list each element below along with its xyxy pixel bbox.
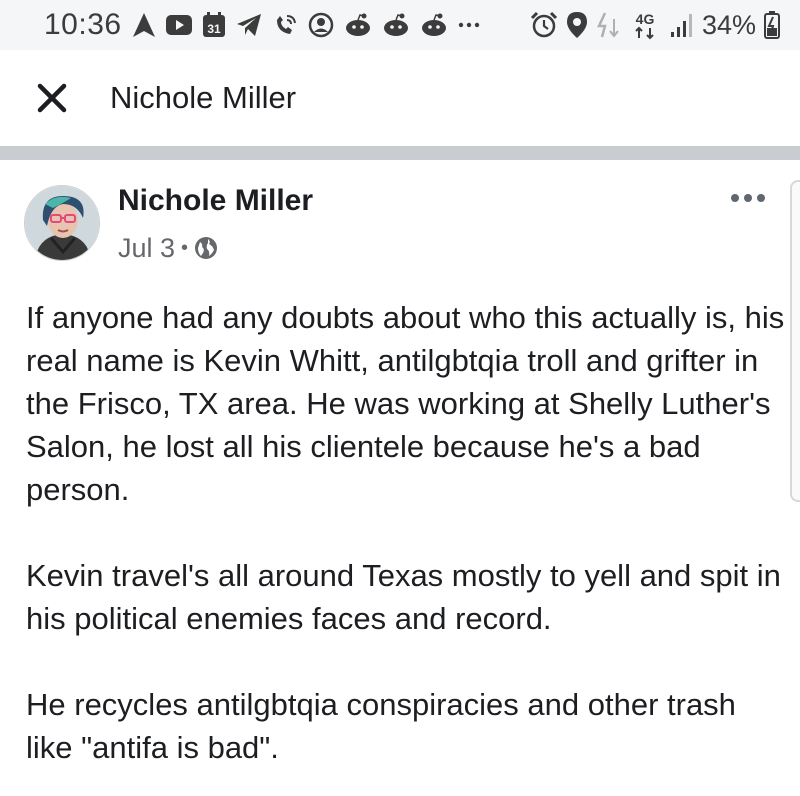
header-divider — [0, 146, 800, 160]
battery-percentage: 34% — [701, 9, 756, 40]
account-icon — [308, 12, 334, 38]
page-header: Nichole Miller — [0, 50, 800, 146]
notification-icons: 31 — [132, 10, 480, 40]
options-dot — [731, 194, 739, 202]
post-meta: Jul 3 • — [118, 230, 218, 266]
network-type-icon: 4G — [635, 11, 655, 40]
network-type-label: 4G — [636, 11, 655, 27]
telegram-icon — [237, 14, 261, 36]
options-dot — [744, 194, 752, 202]
post-body: If anyone had any doubts about who this … — [26, 296, 786, 769]
adjacent-card-edge — [790, 180, 800, 502]
calendar-day: 31 — [207, 22, 221, 36]
globe-icon — [195, 237, 218, 259]
wifi-call-icon — [277, 15, 296, 34]
post-paragraph: Kevin travel's all around Texas mostly t… — [26, 558, 781, 636]
post-author-name[interactable]: Nichole Miller — [118, 184, 313, 218]
author-avatar[interactable] — [24, 185, 100, 261]
calendar-icon: 31 — [203, 12, 225, 37]
reddit-icon — [422, 13, 446, 36]
status-time: 10:36 — [44, 8, 122, 41]
options-dot — [757, 194, 765, 202]
status-bar: 10:36 31 4G 34% — [0, 0, 800, 50]
page-title: Nichole Miller — [110, 80, 297, 115]
reddit-icon — [346, 13, 370, 36]
post-date[interactable]: Jul 3 — [118, 233, 175, 264]
youtube-icon — [166, 15, 192, 35]
reddit-icon — [384, 13, 408, 36]
navigation-icon — [133, 13, 155, 37]
close-button[interactable] — [32, 78, 72, 118]
system-icons: 4G 34% — [530, 8, 780, 42]
close-icon — [37, 83, 67, 113]
battery-charging-icon — [764, 11, 780, 39]
post-options-button[interactable] — [728, 186, 768, 210]
post-paragraph: If anyone had any doubts about who this … — [26, 300, 785, 507]
location-icon — [566, 12, 587, 38]
more-notifications-icon — [458, 22, 480, 28]
avatar-image — [25, 186, 99, 260]
signal-icon — [670, 14, 692, 37]
post-paragraph: He recycles antilgbtqia conspiracies and… — [26, 687, 736, 765]
data-transfer-icon — [596, 12, 619, 38]
meta-separator: • — [181, 236, 189, 259]
alarm-icon — [530, 11, 558, 38]
